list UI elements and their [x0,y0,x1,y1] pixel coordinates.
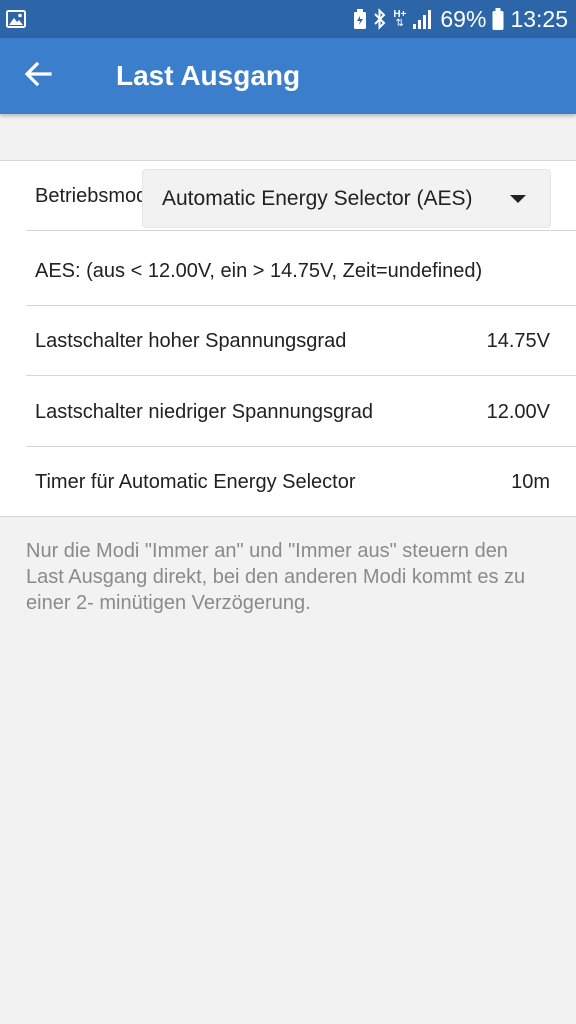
aes-timer-row[interactable]: Timer für Automatic Energy Selector 10m [26,447,576,517]
low-voltage-value: 12.00V [486,401,550,423]
battery-percent: 69% [440,5,487,32]
page-title: Last Ausgang [116,60,301,91]
back-button[interactable] [18,56,58,96]
info-note: Nur die Modi "Immer an" und "Immer aus" … [26,540,526,614]
arrow-left-icon [24,60,52,93]
battery-icon [492,8,504,30]
signal-icon [412,9,434,29]
network-type-icon: H+ ⇅ [393,9,407,29]
mode-label: Betriebsmodus [35,185,143,207]
battery-saver-icon [353,9,367,29]
mode-row: Betriebsmodus Automatic Energy Selector … [26,161,576,231]
mode-dropdown[interactable]: Automatic Energy Selector (AES) [142,169,551,228]
mode-dropdown-value: Automatic Energy Selector (AES) [162,187,473,210]
low-voltage-row[interactable]: Lastschalter niedriger Spannungsgrad 12.… [26,377,576,447]
high-voltage-label: Lastschalter hoher Spannungsgrad [35,330,347,352]
status-bar: H+ ⇅ 69% 13:25 [0,0,576,38]
aes-timer-value: 10m [511,471,550,493]
bluetooth-icon [373,8,387,30]
clock: 13:25 [510,5,568,32]
aes-info-text: AES: (aus < 12.00V, ein > 14.75V, Zeit=u… [35,260,483,282]
aes-info-row: AES: (aus < 12.00V, ein > 14.75V, Zeit=u… [26,236,576,306]
high-voltage-row[interactable]: Lastschalter hoher Spannungsgrad 14.75V [26,306,576,376]
aes-timer-label: Timer für Automatic Energy Selector [35,471,356,493]
app-bar: Last Ausgang [0,38,576,114]
gallery-icon [6,10,26,33]
settings-card: Betriebsmodus Automatic Energy Selector … [0,160,576,517]
high-voltage-value: 14.75V [486,330,550,352]
low-voltage-label: Lastschalter niedriger Spannungsgrad [35,401,373,423]
dropdown-arrow-icon [510,195,526,203]
